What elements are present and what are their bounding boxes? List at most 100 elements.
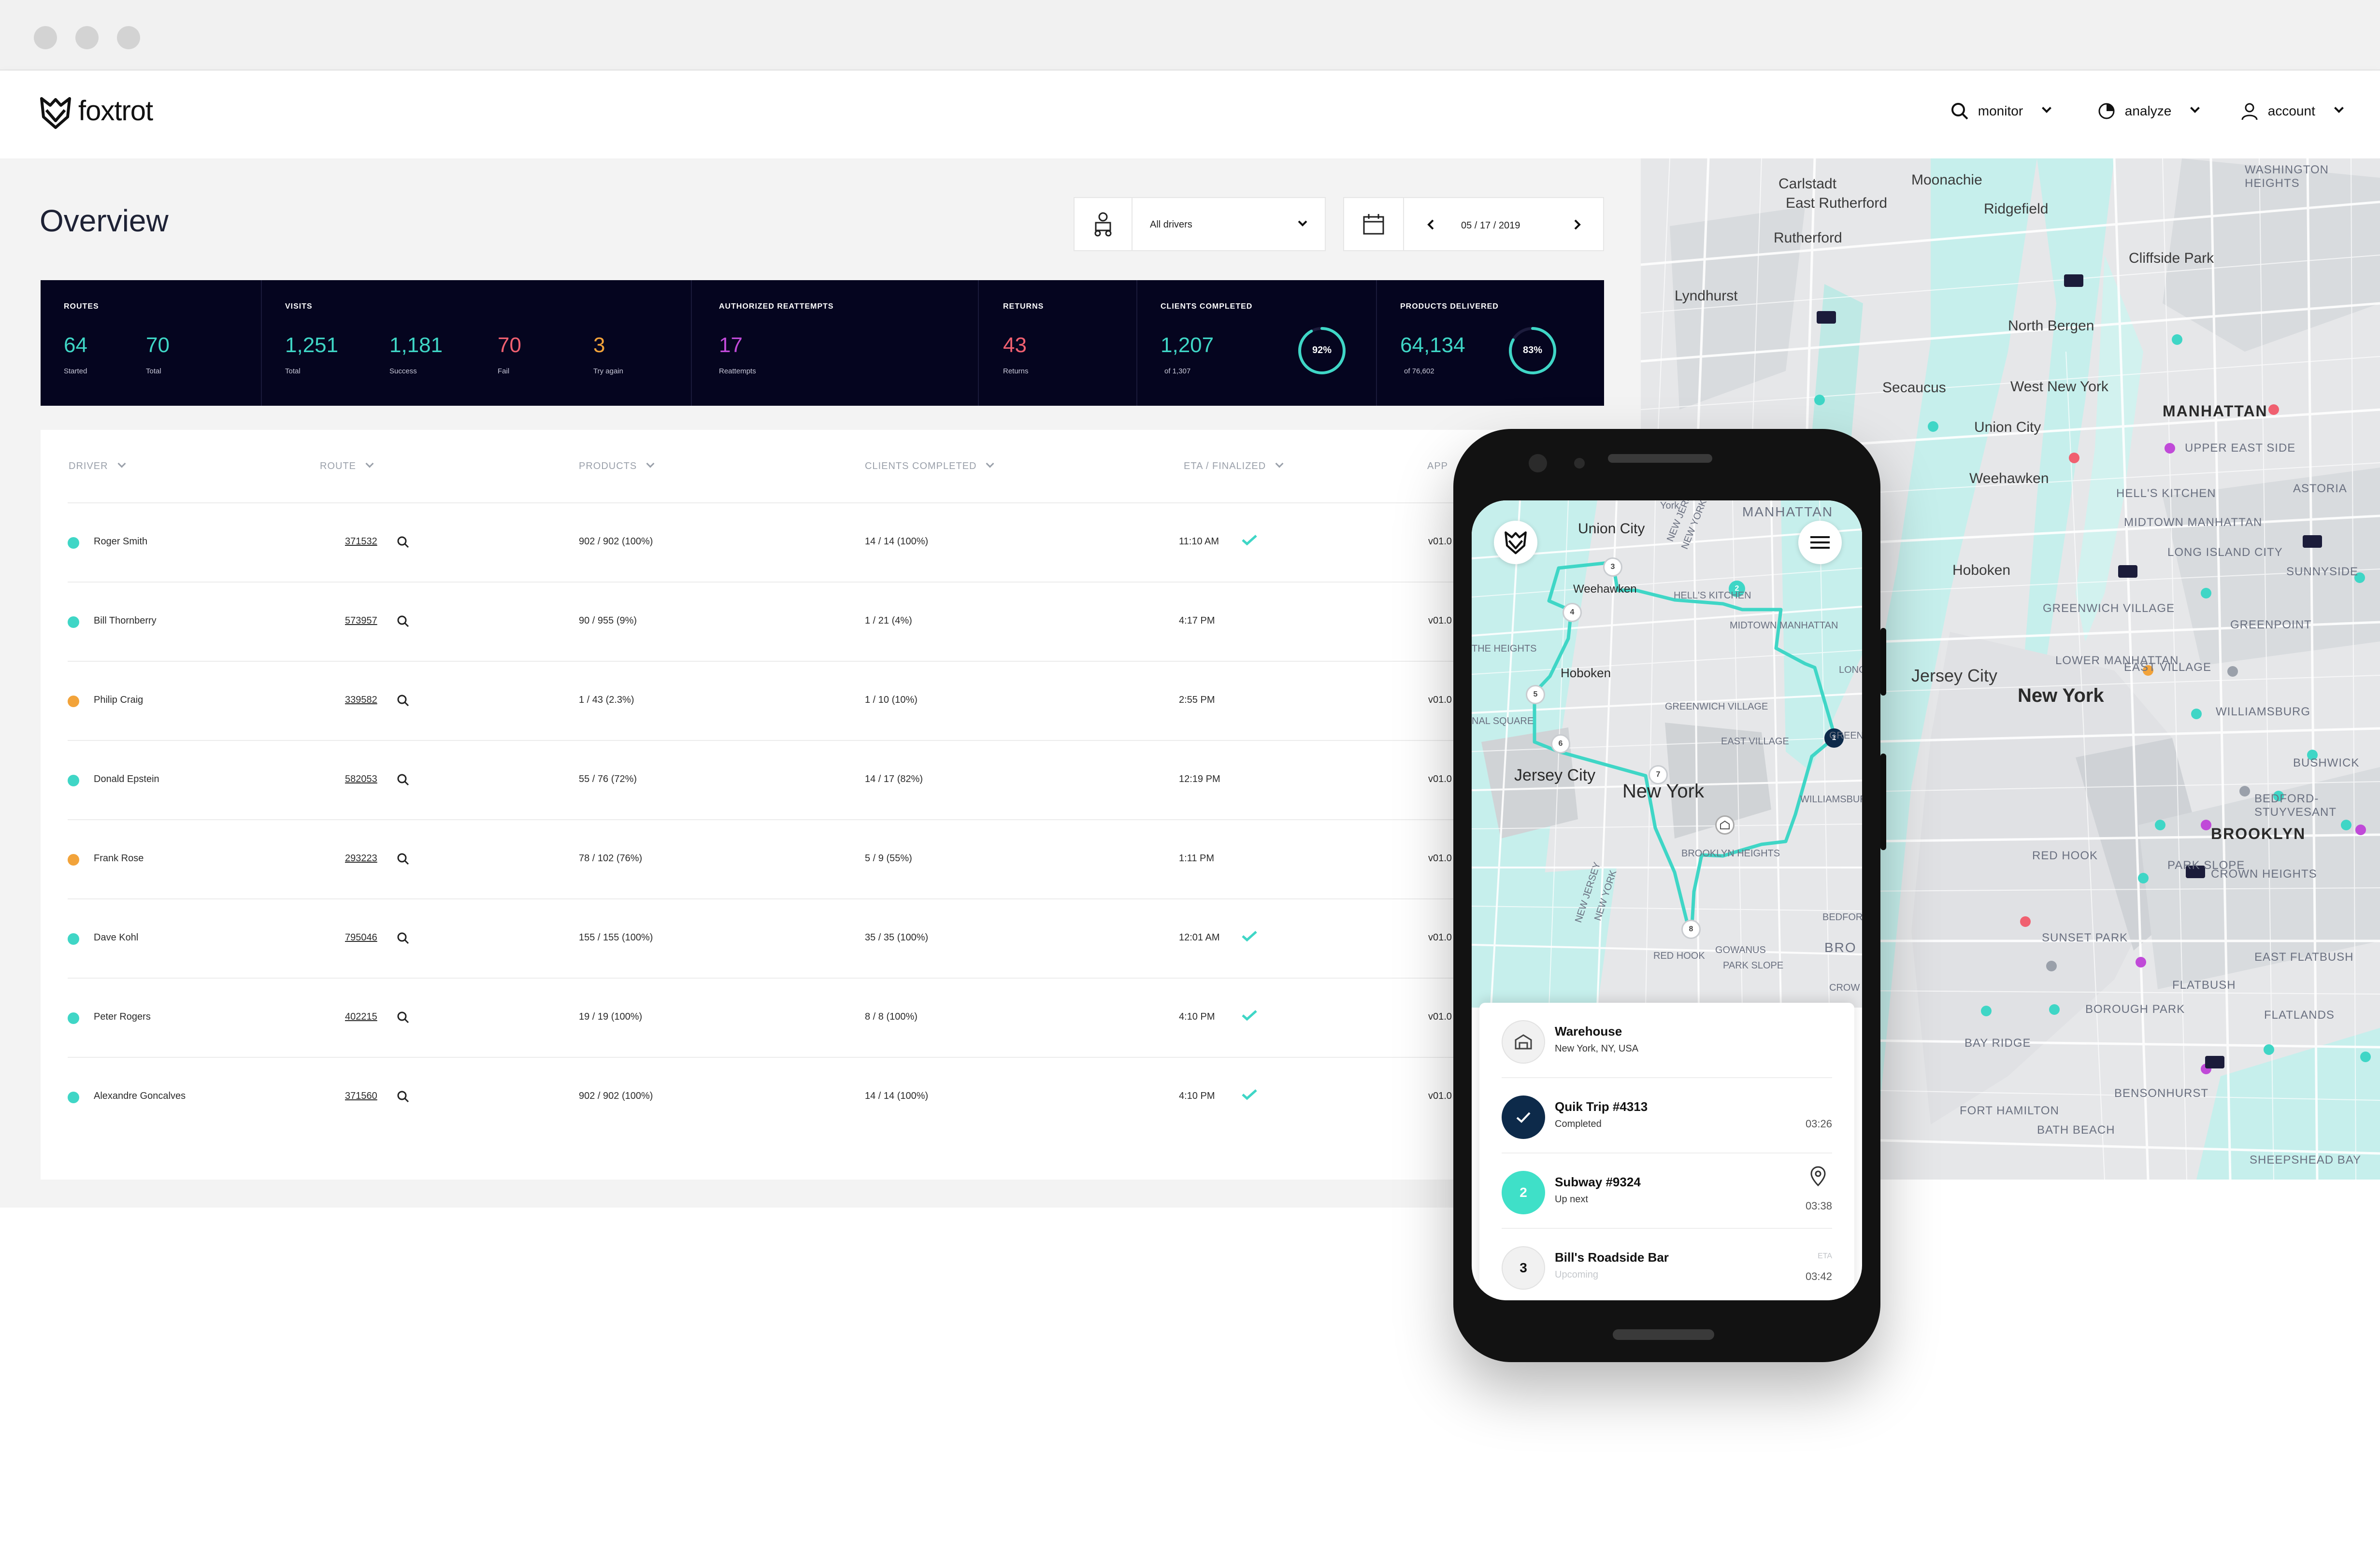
checkmark-icon: [1242, 1089, 1257, 1100]
map-label: Jersey City: [1911, 666, 1998, 685]
driver-name[interactable]: Peter Rogers: [94, 1011, 151, 1023]
foxtrot-logo-icon[interactable]: [40, 96, 72, 129]
menu-button[interactable]: [1798, 521, 1842, 564]
warehouse-marker[interactable]: [1715, 815, 1735, 835]
table-row[interactable]: Roger Smith 371532 902 / 902 (100%) 14 / 14…: [68, 502, 1604, 582]
route-link[interactable]: 795046: [345, 932, 377, 943]
stat-sub: Reattempts: [719, 367, 756, 375]
route-link[interactable]: 339582: [345, 695, 377, 706]
column-header-app[interactable]: APP: [1427, 461, 1448, 472]
route-link[interactable]: 582053: [345, 774, 377, 785]
stop-subtitle: New York, NY, USA: [1555, 1043, 1639, 1054]
search-icon[interactable]: [396, 535, 410, 549]
chevron-down-icon: [2334, 103, 2344, 114]
map-caption: SUNNYSIDE: [2286, 565, 2359, 578]
column-header-products[interactable]: PRODUCTS: [579, 459, 655, 472]
driver-filter[interactable]: All drivers: [1074, 197, 1326, 251]
route-link[interactable]: 402215: [345, 1011, 377, 1023]
calendar-button[interactable]: [1344, 198, 1404, 250]
search-icon[interactable]: [396, 614, 410, 628]
checkmark-icon: [1516, 1112, 1531, 1123]
driver-name[interactable]: Frank Rose: [94, 853, 143, 864]
location-pin-icon[interactable]: [1810, 1166, 1826, 1186]
phone-map-caption: MIDTOWN MANHATTAN: [1730, 620, 1838, 631]
driver-name[interactable]: Donald Epstein: [94, 774, 159, 785]
products-value: 90 / 955 (9%): [579, 615, 637, 626]
map-label: Moonachie: [1911, 172, 1982, 188]
stop-item-completed[interactable]: Quik Trip #4313 Completed 03:26: [1502, 1078, 1832, 1153]
monitor-menu[interactable]: monitor: [1950, 101, 2051, 121]
driver-name[interactable]: Dave Kohl: [94, 932, 138, 943]
search-icon: [1951, 103, 1968, 120]
stat-sub: Total: [285, 367, 301, 375]
column-header-eta[interactable]: ETA / FINALIZED: [1184, 459, 1284, 472]
driver-name[interactable]: Roger Smith: [94, 536, 147, 547]
stat-label: ROUTES: [64, 302, 99, 311]
app-version: v01.0: [1428, 853, 1452, 864]
map-caption: SUNSET PARK: [2042, 931, 2128, 944]
map-label-brooklyn: BROOKLYN: [2211, 825, 2306, 842]
map-caption: ASTORIA: [2293, 482, 2347, 495]
stop-item-upcoming[interactable]: 3 Bill's Roadside Bar Upcoming ETA 03:42: [1502, 1229, 1832, 1300]
stat-sub: Started: [64, 367, 87, 375]
stop-item-up-next[interactable]: 2 Subway #9324 Up next 03:38: [1502, 1153, 1832, 1229]
window-close-button[interactable]: [34, 26, 57, 49]
driver-name[interactable]: Alexandre Goncalves: [94, 1091, 186, 1102]
map-label: North Bergen: [2008, 318, 2094, 334]
app-version: v01.0: [1428, 695, 1452, 705]
driver-name[interactable]: Bill Thornberry: [94, 615, 157, 626]
search-icon[interactable]: [396, 931, 410, 945]
window-maximize-button[interactable]: [117, 26, 140, 49]
map-caption: WASHINGTON HEIGHTS: [2245, 163, 2329, 190]
header-label: ROUTE: [320, 461, 356, 471]
column-header-clients[interactable]: CLIENTS COMPLETED: [865, 459, 994, 472]
search-icon[interactable]: [396, 694, 410, 707]
map-label: East Rutherford: [1786, 195, 1888, 211]
route-marker[interactable]: 5: [1526, 685, 1545, 704]
route-link[interactable]: 293223: [345, 853, 377, 864]
route-link[interactable]: 371532: [345, 536, 377, 547]
stat-reattempts: AUTHORIZED REATTEMPTS 17 Reattempts: [692, 280, 979, 406]
chevron-left-icon[interactable]: [1425, 217, 1437, 232]
column-header-route[interactable]: ROUTE: [320, 459, 374, 472]
table-row[interactable]: Alexandre Goncalves 371560 902 / 902 (100%…: [68, 1057, 1604, 1136]
search-icon[interactable]: [396, 852, 410, 866]
status-dot: [68, 1012, 79, 1024]
account-menu[interactable]: account: [2240, 101, 2344, 121]
chevron-right-icon[interactable]: [1571, 217, 1583, 232]
stat-value: 64: [64, 333, 87, 357]
stop-item-warehouse[interactable]: Warehouse New York, NY, USA: [1502, 1003, 1832, 1078]
route-marker[interactable]: 3: [1603, 557, 1622, 577]
date-picker[interactable]: 05 / 17 / 2019: [1343, 197, 1604, 251]
driver-name[interactable]: Philip Craig: [94, 695, 143, 706]
table-row[interactable]: Dave Kohl 795046 155 / 155 (100%) 35 / 35 (…: [68, 898, 1604, 978]
route-link[interactable]: 371560: [345, 1091, 377, 1102]
table-row[interactable]: Donald Epstein 582053 55 / 76 (72%) 14 / 17…: [68, 740, 1604, 819]
table-row[interactable]: Frank Rose 293223 78 / 102 (76%) 5 / 9 (55%…: [68, 819, 1604, 898]
phone-map-caption: THE HEIGHTS: [1472, 643, 1537, 654]
search-icon[interactable]: [396, 773, 410, 786]
table-row[interactable]: Philip Craig 339582 1 / 43 (2.3%) 1 / 10 (1…: [68, 661, 1604, 740]
brand-name[interactable]: foxtrot: [78, 95, 153, 127]
route-marker[interactable]: 6: [1551, 734, 1570, 754]
stat-sub: of 76,602: [1404, 367, 1434, 375]
search-icon[interactable]: [396, 1010, 410, 1024]
route-marker[interactable]: 4: [1563, 603, 1582, 622]
map-label: Cliffside Park: [2129, 250, 2214, 266]
monitor-label: monitor: [1978, 103, 2023, 118]
route-link[interactable]: 573957: [345, 615, 377, 626]
table-row[interactable]: Bill Thornberry 573957 90 / 955 (9%) 1 / 21…: [68, 582, 1604, 661]
map-caption: GREENPOINT: [2230, 618, 2312, 631]
column-header-driver[interactable]: DRIVER: [69, 459, 126, 472]
window-minimize-button[interactable]: [75, 26, 99, 49]
map-caption: GREENWICH VILLAGE: [2043, 602, 2175, 615]
map-caption: RED HOOK: [2032, 849, 2098, 862]
map-caption: UPPER EAST SIDE: [2185, 441, 2296, 455]
table-row[interactable]: Peter Rogers 402215 19 / 19 (100%) 8 / 8 (1…: [68, 978, 1604, 1057]
stat-sub: of 1,307: [1164, 367, 1191, 375]
phone-route-map[interactable]: 3 2 4 5 6 7 8 1 Union City Weehawken Hob…: [1472, 500, 1862, 1008]
analyze-menu[interactable]: analyze: [2097, 101, 2200, 121]
route-marker[interactable]: 8: [1681, 920, 1701, 939]
search-icon[interactable]: [396, 1090, 410, 1103]
phone-logo-button[interactable]: [1494, 521, 1537, 564]
